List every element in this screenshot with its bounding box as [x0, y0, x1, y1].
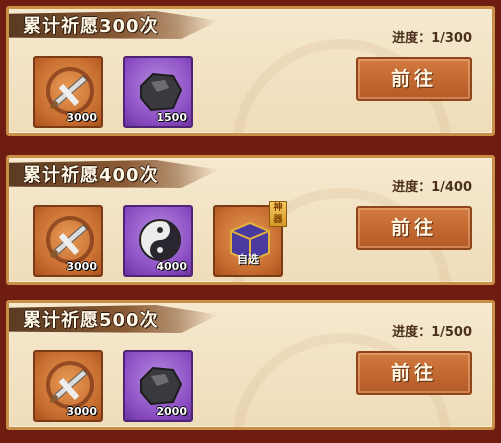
item-quantity: 3000: [66, 405, 97, 418]
item-quantity: 3000: [66, 111, 97, 124]
goto-button[interactable]: 前往: [356, 206, 472, 250]
choose-label: 自选: [237, 253, 259, 266]
progress-text: 进度：1/400: [392, 180, 472, 195]
reward-item-ore[interactable]: 1500: [123, 56, 193, 128]
reward-item-sword[interactable]: 3000: [33, 350, 103, 422]
reward-item-yinyang[interactable]: 4000: [123, 205, 193, 277]
dark-ore-icon: [140, 366, 183, 406]
reward-item-box[interactable]: 神器 自选: [213, 201, 287, 277]
progress-text: 进度：1/300: [392, 31, 472, 46]
goto-button[interactable]: 前往: [356, 57, 472, 101]
yin-yang-icon: [139, 219, 181, 261]
panel-title: 累计祈愿500次: [23, 310, 159, 331]
reward-panel-300: 累计祈愿300次 进度：1/300 3000 1500 前往: [6, 6, 495, 136]
item-quantity: 1500: [156, 111, 187, 124]
item-quantity: 4000: [156, 260, 187, 273]
panel-title: 累计祈愿300次: [23, 16, 159, 37]
sword-scroll-icon: [46, 67, 94, 115]
reward-panel-400: 累计祈愿400次 进度：1/400 3000 4000 神器 自选 前往: [6, 155, 495, 285]
sword-scroll-icon: [46, 216, 94, 264]
artifact-tag: 神器: [269, 201, 287, 227]
reward-panel-500: 累计祈愿500次 进度：1/500 3000 2000 前往: [6, 300, 495, 430]
item-quantity: 2000: [156, 405, 187, 418]
reward-item-ore[interactable]: 2000: [123, 350, 193, 422]
item-quantity: 3000: [66, 260, 97, 273]
reward-item-sword[interactable]: 3000: [33, 205, 103, 277]
reward-item-sword[interactable]: 3000: [33, 56, 103, 128]
dark-ore-icon: [140, 72, 183, 112]
progress-text: 进度：1/500: [392, 325, 472, 340]
panel-title: 累计祈愿400次: [23, 165, 159, 186]
sword-scroll-icon: [46, 361, 94, 409]
goto-button[interactable]: 前往: [356, 351, 472, 395]
